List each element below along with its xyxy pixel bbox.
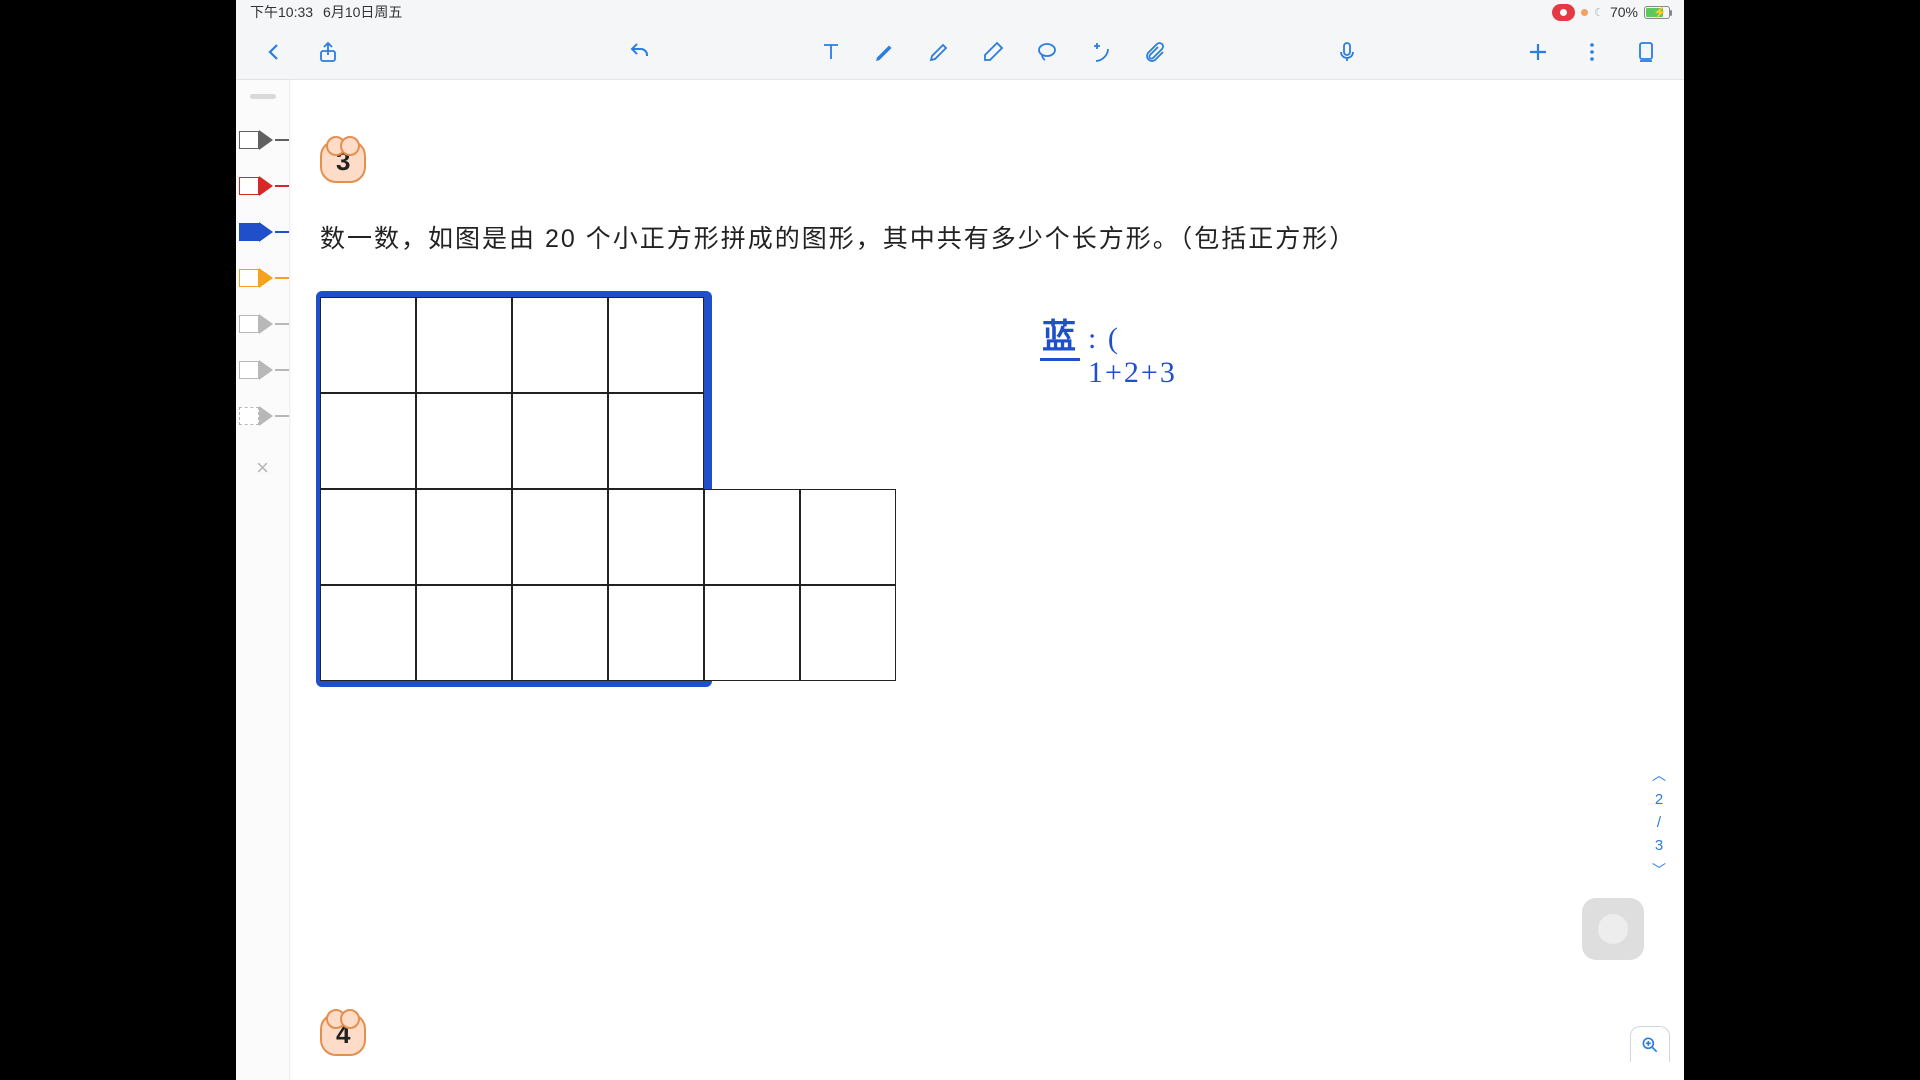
grid-cell xyxy=(512,585,608,681)
app-frame: 下午10:33 6月10日周五 ☾ 70% ⚡ xyxy=(236,0,1684,1080)
grid-cell xyxy=(512,489,608,585)
grid-cell xyxy=(704,585,800,681)
grid-cell xyxy=(800,489,896,585)
grid-cell xyxy=(800,585,896,681)
screen-record-indicator[interactable] xyxy=(1552,4,1575,21)
toolbar xyxy=(236,24,1684,80)
palette-grip[interactable] xyxy=(250,94,276,99)
pen-preset-2[interactable] xyxy=(239,173,287,199)
back-button[interactable] xyxy=(260,38,288,66)
page-up-icon[interactable]: ︿ xyxy=(1652,765,1666,785)
status-bar: 下午10:33 6月10日周五 ☾ 70% ⚡ xyxy=(236,0,1684,24)
battery-icon: ⚡ xyxy=(1644,6,1670,19)
attachment-tool[interactable] xyxy=(1141,38,1169,66)
page-down-icon[interactable]: ﹀ xyxy=(1652,860,1666,880)
question-badge-4: 4 xyxy=(320,1013,366,1056)
status-time: 下午10:33 xyxy=(250,2,313,22)
grid-cell xyxy=(320,393,416,489)
battery-percent: 70% xyxy=(1610,4,1638,20)
grid-figure: 蓝 : ( 1+2+3 xyxy=(320,297,890,697)
handwriting-expression: : ( 1+2+3 xyxy=(1088,322,1177,390)
grid-cell xyxy=(320,585,416,681)
pen-palette: × xyxy=(236,80,290,1080)
grid-cell xyxy=(416,393,512,489)
grid-cell xyxy=(608,393,704,489)
mic-active-dot xyxy=(1581,9,1588,16)
grid-cell xyxy=(608,489,704,585)
pen-tool[interactable] xyxy=(871,38,899,66)
grid-cell xyxy=(704,489,800,585)
eraser-tool[interactable] xyxy=(979,38,1007,66)
assistive-touch[interactable] xyxy=(1582,898,1644,960)
pages-button[interactable] xyxy=(1632,38,1660,66)
lasso-tool[interactable] xyxy=(1033,38,1061,66)
grid-cell xyxy=(416,585,512,681)
pen-preset-6[interactable] xyxy=(239,357,287,383)
status-date: 6月10日周五 xyxy=(323,2,402,22)
palette-close[interactable]: × xyxy=(256,455,269,481)
page-current: 2 xyxy=(1655,791,1663,808)
page-total: 3 xyxy=(1655,837,1663,854)
handwriting-note: 蓝 : ( 1+2+3 xyxy=(1040,309,1177,390)
pen-preset-1[interactable] xyxy=(239,127,287,153)
grid-cell xyxy=(320,297,416,393)
share-button[interactable] xyxy=(314,38,342,66)
question-text: 数一数，如图是由 20 个小正方形拼成的图形，其中共有多少个长方形。（包括正方形… xyxy=(320,219,1654,255)
do-not-disturb-icon: ☾ xyxy=(1594,6,1604,19)
pen-preset-4[interactable] xyxy=(239,265,287,291)
text-tool[interactable] xyxy=(817,38,845,66)
grid-cell xyxy=(608,585,704,681)
pen-preset-7[interactable] xyxy=(239,403,287,429)
page-sep: / xyxy=(1657,814,1661,831)
more-button[interactable] xyxy=(1578,38,1606,66)
handwriting-label: 蓝 xyxy=(1040,309,1080,361)
document-page[interactable]: 3 数一数，如图是由 20 个小正方形拼成的图形，其中共有多少个长方形。（包括正… xyxy=(290,80,1684,1080)
page-navigator: ︿ 2 / 3 ﹀ xyxy=(1652,765,1666,880)
zoom-in-button[interactable] xyxy=(1630,1026,1670,1062)
grid-cell xyxy=(320,489,416,585)
grid-cell xyxy=(416,297,512,393)
add-button[interactable] xyxy=(1524,38,1552,66)
grid-cell xyxy=(416,489,512,585)
pen-preset-3[interactable] xyxy=(239,219,287,245)
undo-button[interactable] xyxy=(626,38,654,66)
question-badge-3: 3 xyxy=(320,140,366,183)
grid-cell xyxy=(512,297,608,393)
canvas-area: × 3 数一数，如图是由 20 个小正方形拼成的图形，其中共有多少个长方形。（包… xyxy=(236,80,1684,1080)
grid-cell xyxy=(512,393,608,489)
grid-cell xyxy=(608,297,704,393)
shape-tool[interactable] xyxy=(1087,38,1115,66)
microphone-button[interactable] xyxy=(1333,38,1361,66)
pen-preset-5[interactable] xyxy=(239,311,287,337)
highlighter-tool[interactable] xyxy=(925,38,953,66)
